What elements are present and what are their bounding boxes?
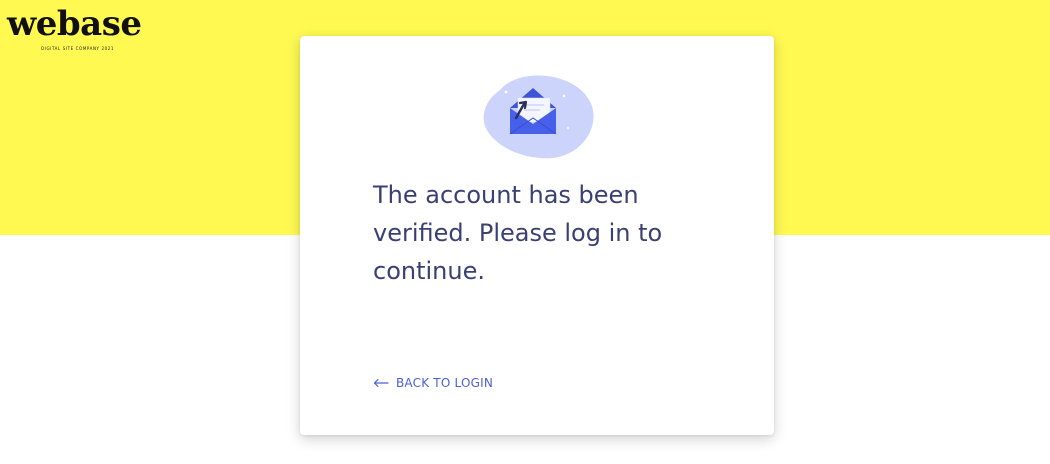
logo-wordmark: webase xyxy=(7,4,142,44)
verification-card: The account has been verified. Please lo… xyxy=(300,36,774,435)
back-to-login-link[interactable]: BACK TO LOGIN xyxy=(373,376,493,390)
verification-message: The account has been verified. Please lo… xyxy=(373,181,663,285)
back-to-login-label: BACK TO LOGIN xyxy=(396,376,494,390)
email-verified-icon xyxy=(483,75,594,159)
arrow-left-icon xyxy=(373,378,389,388)
logo-tagline: DIGITAL SITE COMPANY 2021 xyxy=(41,46,115,51)
logo[interactable]: webase DIGITAL SITE COMPANY 2021 xyxy=(7,4,142,51)
